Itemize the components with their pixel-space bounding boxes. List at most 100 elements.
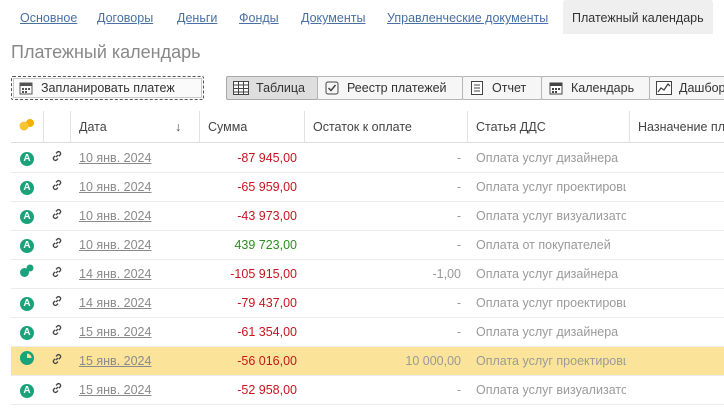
row-sum: -87 945,00 bbox=[237, 151, 297, 165]
column-sum[interactable]: Сумма bbox=[200, 111, 305, 143]
row-date[interactable]: 14 янв. 2024 bbox=[79, 260, 194, 289]
view-report-label: Отчет bbox=[492, 81, 527, 95]
row-rest: - bbox=[456, 325, 461, 339]
dashboard-icon bbox=[656, 80, 672, 96]
column-date[interactable]: Дата ↓ bbox=[71, 111, 200, 143]
status-approved-icon: A bbox=[20, 383, 34, 398]
row-link[interactable] bbox=[44, 202, 70, 231]
row-link[interactable] bbox=[44, 289, 70, 318]
checklist-icon bbox=[324, 80, 340, 96]
row-date[interactable]: 10 янв. 2024 bbox=[79, 231, 194, 260]
row-status: A bbox=[11, 202, 43, 231]
row-sum: -79 437,00 bbox=[237, 296, 297, 310]
row-date[interactable]: 10 янв. 2024 bbox=[79, 202, 194, 231]
row-status bbox=[11, 347, 43, 376]
status-approved-icon: A bbox=[20, 296, 34, 311]
row-article: Оплата услуг визуализатора bbox=[476, 383, 626, 397]
tab-payment-calendar[interactable]: Платежный календарь bbox=[563, 0, 713, 34]
column-purpose[interactable]: Назначение платежа bbox=[630, 111, 724, 143]
page-title: Платежный календарь bbox=[11, 42, 201, 62]
table-row[interactable]: A 10 янв. 2024 -87 945,00 - Оплата услуг диз… bbox=[11, 144, 724, 173]
row-link[interactable] bbox=[44, 318, 70, 347]
row-link[interactable] bbox=[44, 173, 70, 202]
row-article: Оплата услуг проектировщика bbox=[476, 354, 626, 368]
row-sum: -61 354,00 bbox=[237, 325, 297, 339]
plan-payment-button[interactable]: Запланировать платеж bbox=[11, 76, 204, 100]
tab-upr-dokumenty[interactable]: Управленческие документы bbox=[387, 11, 548, 25]
link-icon bbox=[51, 318, 63, 347]
view-dashboard-label: Дашборд bbox=[679, 81, 724, 95]
row-date[interactable]: 15 янв. 2024 bbox=[79, 347, 194, 376]
row-rest: - bbox=[456, 151, 461, 165]
table-row[interactable]: A 15 янв. 2024 -52 958,00 - Оплата услуг виз… bbox=[11, 376, 724, 405]
row-purpose bbox=[639, 376, 724, 405]
row-purpose bbox=[639, 231, 724, 260]
status-group-icon bbox=[19, 111, 35, 143]
row-purpose bbox=[639, 144, 724, 173]
status-approved-icon: A bbox=[20, 238, 34, 253]
status-approved-icon: A bbox=[20, 151, 34, 166]
row-sum: 439 723,00 bbox=[234, 238, 297, 252]
table-row[interactable]: A 10 янв. 2024 439 723,00 - Оплата от покупа… bbox=[11, 231, 724, 260]
link-icon bbox=[51, 347, 63, 376]
row-sum: -105 915,00 bbox=[230, 267, 297, 281]
section-tabs: Основное Договоры Деньги Фонды Документы… bbox=[0, 0, 724, 34]
payments-table: Дата ↓ Сумма Остаток к оплате Статья ДДС… bbox=[11, 111, 724, 409]
row-status: A bbox=[11, 318, 43, 347]
view-calendar-button[interactable]: Календарь bbox=[541, 76, 650, 100]
row-sum: -65 959,00 bbox=[237, 180, 297, 194]
row-purpose bbox=[639, 347, 724, 376]
table-row[interactable]: A 15 янв. 2024 -61 354,00 - Оплата услуг диз… bbox=[11, 318, 724, 347]
row-date[interactable]: 14 янв. 2024 bbox=[79, 289, 194, 318]
report-icon bbox=[469, 80, 485, 96]
table-row[interactable]: 15 янв. 2024 -56 016,00 10 000,00 Оплата ус… bbox=[11, 347, 724, 376]
row-date[interactable]: 15 янв. 2024 bbox=[79, 376, 194, 405]
row-status: A bbox=[11, 173, 43, 202]
row-article: Оплата услуг проектировщика bbox=[476, 180, 626, 194]
row-link[interactable] bbox=[44, 144, 70, 173]
table-row[interactable]: 14 янв. 2024 -105 915,00 -1,00 Оплата услуг… bbox=[11, 260, 724, 289]
tab-dogovory[interactable]: Договоры bbox=[97, 11, 153, 25]
status-approved-icon: A bbox=[20, 325, 34, 340]
view-registry-button[interactable]: Реестр платежей bbox=[317, 76, 463, 100]
table-header: Дата ↓ Сумма Остаток к оплате Статья ДДС… bbox=[11, 111, 724, 143]
row-link[interactable] bbox=[44, 260, 70, 289]
tab-osnovnoe[interactable]: Основное bbox=[20, 11, 77, 25]
toolbar: Запланировать платеж Таблица Реестр плат… bbox=[0, 76, 724, 102]
row-date[interactable]: 10 янв. 2024 bbox=[79, 144, 194, 173]
status-approved-icon: A bbox=[20, 209, 34, 224]
row-link[interactable] bbox=[44, 376, 70, 405]
row-status bbox=[11, 260, 43, 289]
row-rest: - bbox=[456, 238, 461, 252]
link-icon bbox=[51, 173, 63, 202]
table-row[interactable]: A 10 янв. 2024 -65 959,00 - Оплата услуг про… bbox=[11, 173, 724, 202]
sort-arrow-icon: ↓ bbox=[175, 120, 182, 134]
view-table-button[interactable]: Таблица bbox=[226, 76, 318, 100]
link-icon bbox=[51, 260, 63, 289]
view-report-button[interactable]: Отчет bbox=[462, 76, 542, 100]
link-icon bbox=[51, 144, 63, 173]
status-approved-icon: A bbox=[20, 180, 34, 195]
row-date[interactable]: 15 янв. 2024 bbox=[79, 318, 194, 347]
tab-fondy[interactable]: Фонды bbox=[239, 11, 279, 25]
row-purpose bbox=[639, 173, 724, 202]
row-rest: - bbox=[456, 383, 461, 397]
tab-dengi[interactable]: Деньги bbox=[177, 11, 217, 25]
row-purpose bbox=[639, 202, 724, 231]
link-column-header[interactable] bbox=[44, 111, 71, 143]
row-link[interactable] bbox=[44, 347, 70, 376]
row-sum: -56 016,00 bbox=[237, 354, 297, 368]
column-article[interactable]: Статья ДДС bbox=[468, 111, 630, 143]
view-dashboard-button[interactable]: Дашборд bbox=[649, 76, 724, 100]
column-rest[interactable]: Остаток к оплате bbox=[305, 111, 468, 143]
link-icon bbox=[51, 376, 63, 405]
row-rest: 10 000,00 bbox=[405, 354, 461, 368]
row-status: A bbox=[11, 144, 43, 173]
row-date[interactable]: 10 янв. 2024 bbox=[79, 173, 194, 202]
tab-dokumenty[interactable]: Документы bbox=[301, 11, 365, 25]
table-row[interactable]: A 10 янв. 2024 -43 973,00 - Оплата услуг виз… bbox=[11, 202, 724, 231]
row-link[interactable] bbox=[44, 231, 70, 260]
table-row[interactable]: A 14 янв. 2024 -79 437,00 - Оплата услуг про… bbox=[11, 289, 724, 318]
link-icon bbox=[51, 231, 63, 260]
status-column-header[interactable] bbox=[11, 111, 44, 143]
